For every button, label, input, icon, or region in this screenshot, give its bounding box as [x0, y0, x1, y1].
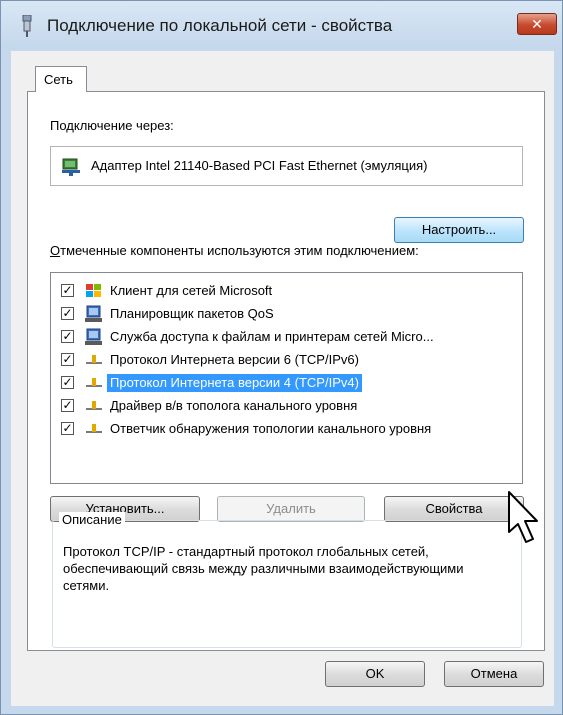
service-icon — [85, 328, 102, 345]
list-item[interactable]: ✓ Протокол Интернета версии 4 (TCP/IPv4) — [51, 372, 521, 394]
list-item[interactable]: ✓ Клиент для сетей Microsoft — [51, 280, 521, 302]
network-tab-panel: Подключение через: Адаптер Intel 21140-B… — [27, 91, 545, 651]
component-label: Планировщик пакетов QoS — [110, 306, 274, 321]
list-item[interactable]: ✓ Драйвер в/в тополога канального уровня — [51, 395, 521, 417]
protocol-icon — [86, 401, 102, 410]
uninstall-button[interactable]: Удалить — [217, 496, 365, 522]
protocol-icon — [86, 424, 102, 433]
component-checkbox[interactable]: ✓ — [61, 399, 74, 412]
dialog-client-area: Сеть Подключение через: Адаптер Intel 21… — [11, 51, 554, 706]
component-label: Протокол Интернета версии 4 (TCP/IPv4) — [107, 374, 362, 392]
components-label-text: тмеченные компоненты используются этим п… — [60, 243, 419, 258]
component-checkbox[interactable]: ✓ — [61, 376, 74, 389]
network-adapter-icon — [62, 158, 80, 176]
description-legend: Описание — [59, 512, 125, 527]
ok-button[interactable]: OK — [325, 661, 425, 687]
component-checkbox[interactable]: ✓ — [61, 284, 74, 297]
component-label: Драйвер в/в тополога канального уровня — [110, 398, 358, 413]
tab-network[interactable]: Сеть — [35, 66, 87, 92]
close-button[interactable]: ✕ — [517, 13, 557, 35]
connect-using-label: Подключение через: — [50, 118, 174, 133]
components-label: Отмеченные компоненты используются этим … — [50, 243, 419, 258]
list-item[interactable]: ✓ Ответчик обнаружения топологии канальн… — [51, 418, 521, 440]
network-client-icon — [86, 284, 101, 297]
component-label: Клиент для сетей Microsoft — [110, 283, 273, 298]
component-checkbox[interactable]: ✓ — [61, 353, 74, 366]
list-item[interactable]: ✓ Служба доступа к файлам и принтерам се… — [51, 326, 521, 348]
component-checkbox[interactable]: ✓ — [61, 422, 74, 435]
description-text: Протокол TCP/IP - стандартный протокол г… — [63, 544, 464, 593]
description-group: Описание Протокол TCP/IP - стандартный п… — [52, 512, 522, 648]
components-list[interactable]: ✓ Клиент для сетей Microsoft ✓ Планировщ… — [50, 272, 523, 484]
components-label-accesskey: О — [50, 243, 61, 258]
cancel-button[interactable]: Отмена — [444, 661, 544, 687]
adapter-field: Адаптер Intel 21140-Based PCI Fast Ether… — [50, 146, 523, 186]
component-checkbox[interactable]: ✓ — [61, 330, 74, 343]
component-label: Ответчик обнаружения топологии канальног… — [110, 421, 432, 436]
list-item[interactable]: ✓ Планировщик пакетов QoS — [51, 303, 521, 325]
protocol-icon — [86, 378, 102, 387]
window-title: Подключение по локальной сети - свойства — [47, 16, 393, 35]
network-connection-icon — [22, 15, 32, 37]
component-label: Протокол Интернета версии 6 (TCP/IPv6) — [110, 352, 359, 367]
title-bar[interactable]: Подключение по локальной сети - свойства… — [1, 1, 562, 49]
mouse-pointer-icon — [508, 491, 538, 543]
adapter-name: Адаптер Intel 21140-Based PCI Fast Ether… — [91, 158, 428, 173]
component-label: Служба доступа к файлам и принтерам сете… — [110, 329, 434, 344]
list-item[interactable]: ✓ Протокол Интернета версии 6 (TCP/IPv6) — [51, 349, 521, 371]
service-icon — [85, 305, 102, 322]
configure-button[interactable]: Настроить... — [394, 217, 524, 243]
protocol-icon — [86, 355, 102, 364]
properties-dialog: Подключение по локальной сети - свойства… — [0, 0, 563, 715]
component-checkbox[interactable]: ✓ — [61, 307, 74, 320]
